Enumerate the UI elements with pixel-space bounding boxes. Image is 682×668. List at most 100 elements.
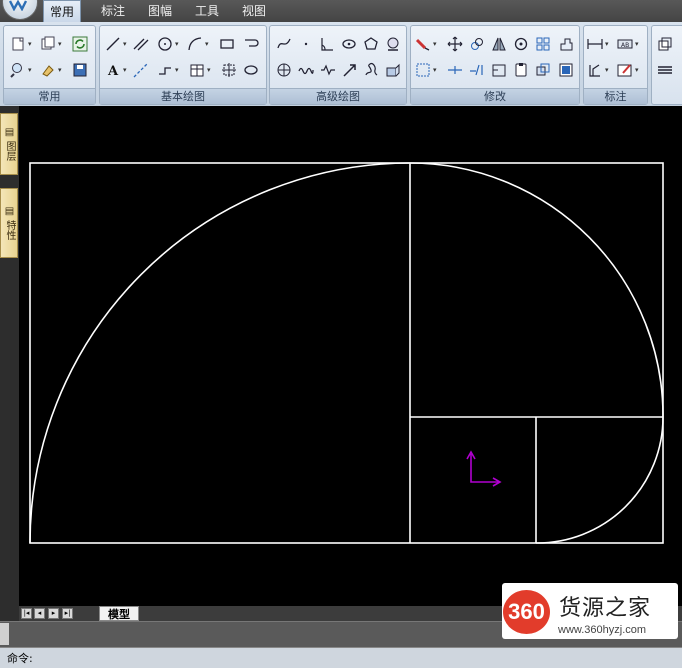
panel-label-modify: 修改 <box>411 88 579 104</box>
open-icon[interactable] <box>40 36 56 52</box>
join-icon[interactable] <box>513 62 529 78</box>
properties-icon[interactable] <box>558 62 574 78</box>
ellipse-arc-icon[interactable] <box>243 62 259 78</box>
text-style-icon[interactable]: AB <box>617 36 633 52</box>
freehand-icon[interactable] <box>363 62 379 78</box>
first-layout-button[interactable]: |◂ <box>21 608 32 619</box>
tab-tools[interactable]: 工具 <box>189 0 225 22</box>
app-menu-button[interactable] <box>2 0 38 20</box>
drawing-canvas[interactable] <box>19 106 682 606</box>
golden-spiral <box>29 162 664 544</box>
chevron-down-icon[interactable]: ▾ <box>175 36 180 52</box>
tab-view[interactable]: 视图 <box>236 0 272 22</box>
chevron-down-icon[interactable]: ▾ <box>28 62 33 78</box>
svg-text:A: A <box>107 64 119 78</box>
move-icon[interactable] <box>447 36 463 52</box>
polyline-icon[interactable] <box>157 62 173 78</box>
panel-label-annotate: 标注 <box>584 88 647 104</box>
layer-palette-tab[interactable]: ▤ 图层 <box>0 113 18 175</box>
parallel-line-icon[interactable] <box>133 36 149 52</box>
explode-icon[interactable] <box>535 62 551 78</box>
watermark-badge: 360 <box>503 590 550 634</box>
properties-palette-icon: ▤ <box>4 205 15 217</box>
chevron-down-icon[interactable]: ▾ <box>205 36 210 52</box>
ribbon-tab-bar: 常用 标注 图幅 工具 视图 <box>0 0 682 23</box>
edit-icon[interactable] <box>617 62 633 78</box>
arc-icon[interactable] <box>187 36 203 52</box>
panel-advanced-draw: 高级绘图 <box>269 25 407 105</box>
drawing-svg <box>29 162 664 544</box>
linear-dimension-icon[interactable] <box>587 36 603 52</box>
command-grip-handle[interactable] <box>0 623 9 645</box>
polygon-icon[interactable] <box>363 36 379 52</box>
hatch-icon[interactable] <box>385 36 401 52</box>
wave-icon[interactable] <box>298 62 314 78</box>
next-layout-button[interactable]: ▸ <box>48 608 59 619</box>
properties-palette-tab[interactable]: ▤ 特性 <box>0 188 18 258</box>
list-icon[interactable] <box>657 62 673 78</box>
pan-icon[interactable] <box>40 62 56 78</box>
chevron-down-icon[interactable]: ▾ <box>123 36 128 52</box>
dimension-icon[interactable] <box>319 36 335 52</box>
rotate-icon[interactable] <box>513 36 529 52</box>
trim-icon[interactable] <box>447 62 463 78</box>
extend-icon[interactable] <box>469 62 485 78</box>
ucs-axis-icon <box>466 450 502 487</box>
spline-loop-icon[interactable] <box>243 36 259 52</box>
tab-common[interactable]: 常用 <box>43 0 82 23</box>
rectangle-icon[interactable] <box>219 36 235 52</box>
construction-line-icon[interactable] <box>133 62 149 78</box>
app-logo-icon <box>9 0 28 11</box>
ellipse-icon[interactable] <box>341 36 357 52</box>
tab-sheet[interactable]: 图幅 <box>142 0 178 22</box>
command-line[interactable] <box>0 647 682 668</box>
chevron-down-icon[interactable]: ▾ <box>28 36 33 52</box>
chevron-down-icon[interactable]: ▾ <box>207 62 212 78</box>
tab-dimension[interactable]: 标注 <box>95 0 131 22</box>
break-icon[interactable] <box>491 62 507 78</box>
table-icon[interactable] <box>189 62 205 78</box>
model-tab[interactable]: 模型 <box>99 606 139 621</box>
chevron-down-icon[interactable]: ▾ <box>58 62 63 78</box>
erase-icon[interactable] <box>415 36 431 52</box>
chevron-down-icon[interactable]: ▾ <box>433 36 438 52</box>
scale-icon[interactable] <box>415 62 431 78</box>
chevron-down-icon[interactable]: ▾ <box>635 36 640 52</box>
spline-icon[interactable] <box>276 36 292 52</box>
chevron-down-icon[interactable]: ▾ <box>175 62 180 78</box>
watermark-name: 货源之家 <box>559 596 652 621</box>
array-icon[interactable] <box>535 36 551 52</box>
stretch-icon[interactable] <box>558 36 574 52</box>
point-icon[interactable] <box>298 36 314 52</box>
copy-icon[interactable] <box>469 36 485 52</box>
ribbon: ▾ ▾ ▾ ▾ 常用 ▾ ▾ ▾ A ▾ ▾ ▾ 基本绘图 高级绘图 ▾ ▾ 修… <box>0 22 682 107</box>
layer-palette-icon: ▤ <box>4 126 15 138</box>
text-icon[interactable]: A <box>105 62 121 78</box>
point-icon[interactable] <box>221 62 237 78</box>
panel-modify: ▾ ▾ 修改 <box>410 25 580 105</box>
arrow-icon[interactable] <box>342 62 358 78</box>
layer-icon[interactable] <box>657 36 673 52</box>
chevron-down-icon[interactable]: ▾ <box>605 36 610 52</box>
circle-icon[interactable] <box>157 36 173 52</box>
chevron-down-icon[interactable]: ▾ <box>433 62 438 78</box>
block-icon[interactable] <box>385 62 401 78</box>
refresh-icon[interactable] <box>72 36 88 52</box>
mirror-icon[interactable] <box>491 36 507 52</box>
save-icon[interactable] <box>72 62 88 78</box>
zoom-icon[interactable] <box>10 62 26 78</box>
new-icon[interactable] <box>10 36 26 52</box>
leader-icon[interactable] <box>587 62 603 78</box>
chevron-down-icon[interactable]: ▾ <box>123 62 128 78</box>
zigzag-icon[interactable] <box>320 62 336 78</box>
panel-more <box>651 25 682 105</box>
cloud-icon[interactable] <box>276 62 292 78</box>
chevron-down-icon[interactable]: ▾ <box>635 62 640 78</box>
chevron-down-icon[interactable]: ▾ <box>605 62 610 78</box>
chevron-down-icon[interactable]: ▾ <box>58 36 63 52</box>
line-icon[interactable] <box>105 36 121 52</box>
panel-common: ▾ ▾ ▾ ▾ 常用 <box>3 25 96 105</box>
layer-palette-label: 图层 <box>4 141 15 162</box>
last-layout-button[interactable]: ▸| <box>62 608 73 619</box>
prev-layout-button[interactable]: ◂ <box>34 608 45 619</box>
